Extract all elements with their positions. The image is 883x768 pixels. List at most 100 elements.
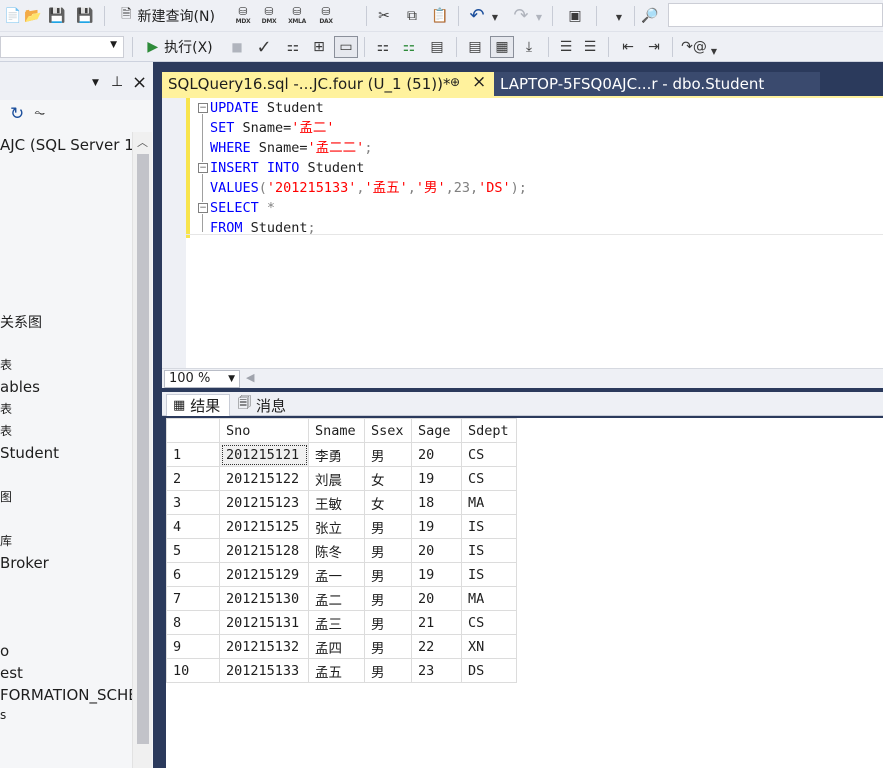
table-cell-sage[interactable]: 19 [411, 514, 462, 539]
code-line[interactable]: FROM Student; [210, 218, 316, 238]
pin-icon[interactable]: ⊥ [111, 74, 123, 90]
table-row[interactable]: 7 201215130 孟二男 20 MA [166, 586, 517, 611]
tree-item-sys[interactable]: s [0, 708, 6, 722]
table-cell-ssex[interactable]: 男 [364, 442, 412, 467]
table-cell-sage[interactable]: 20 [411, 586, 462, 611]
tree-item-synonyms[interactable]: 库 [0, 532, 12, 549]
sql-editor[interactable]: − − − UPDATE Student SET Sname='孟二' WHERE … [162, 98, 883, 368]
table-cell-ssex[interactable]: 男 [364, 538, 412, 563]
client-stats-icon[interactable]: ▤ [426, 36, 448, 58]
table-cell-sdept[interactable]: DS [461, 658, 517, 683]
tab-dbo-student[interactable]: LAPTOP-5FSQ0AJC...r - dbo.Student [494, 72, 820, 96]
row-number[interactable]: 9 [166, 634, 220, 659]
column-header-sname[interactable]: Sname [308, 418, 365, 443]
table-cell-sno[interactable]: 201215125 [219, 514, 309, 539]
tab-results[interactable]: ▦ 结果 [166, 394, 230, 416]
code-line[interactable]: VALUES('201215133','孟五','男',23,'DS'); [210, 178, 527, 198]
collapse-icon[interactable]: − [198, 203, 208, 213]
new-file-icon[interactable]: 📄 [4, 5, 22, 27]
tab-messages[interactable]: 🗐 消息 [234, 394, 298, 416]
table-cell-sname[interactable]: 孟四 [308, 634, 365, 659]
row-number[interactable]: 8 [166, 610, 220, 635]
increase-indent-icon[interactable]: ⇥ [644, 36, 664, 58]
table-row[interactable]: 4 201215125 张立男 19 IS [166, 514, 517, 539]
table-row[interactable]: 9 201215132 孟四男 22 XN [166, 634, 517, 659]
close-icon[interactable]: × [472, 72, 486, 92]
dax-query-button[interactable]: ⛁ DAX [314, 4, 338, 26]
table-cell-sage[interactable]: 23 [411, 658, 462, 683]
table-cell-sno[interactable]: 201215131 [219, 610, 309, 635]
tree-item-guest[interactable]: est [0, 664, 23, 682]
table-row[interactable]: 5 201215128 陈冬男 20 IS [166, 538, 517, 563]
estimated-plan-icon[interactable]: ⚏ [282, 36, 304, 58]
row-number[interactable]: 1 [166, 442, 220, 467]
table-cell-ssex[interactable]: 男 [364, 586, 412, 611]
code-line[interactable]: INSERT INTO Student [210, 158, 364, 178]
code-line[interactable]: WHERE Sname='孟二二'; [210, 138, 372, 158]
row-number[interactable]: 10 [166, 658, 220, 683]
row-number[interactable]: 5 [166, 538, 220, 563]
table-cell-sage[interactable]: 21 [411, 610, 462, 635]
xmla-query-button[interactable]: ⛁ XMLA [284, 4, 310, 26]
table-cell-sname[interactable]: 王敏 [308, 490, 365, 515]
scroll-left-icon[interactable]: ◀ [246, 371, 254, 384]
table-row[interactable]: 6 201215129 孟一男 19 IS [166, 562, 517, 587]
collapse-icon[interactable]: − [198, 103, 208, 113]
table-cell-sdept[interactable]: MA [461, 586, 517, 611]
table-cell-sage[interactable]: 22 [411, 634, 462, 659]
find-input[interactable] [668, 3, 883, 27]
table-cell-sno[interactable]: 201215133 [219, 658, 309, 683]
row-number[interactable]: 7 [166, 586, 220, 611]
parse-check-icon[interactable]: ✓ [254, 36, 274, 58]
table-cell-ssex[interactable]: 男 [364, 562, 412, 587]
dmx-query-button[interactable]: ⛁ DMX [258, 4, 280, 26]
paste-icon[interactable]: 📋 [430, 5, 450, 27]
table-cell-sno[interactable]: 201215121 [219, 442, 309, 467]
table-row[interactable]: 3 201215123 王敏女 18 MA [166, 490, 517, 515]
save-icon[interactable]: 💾 [48, 5, 66, 27]
specify-template-values-icon[interactable]: ↷@ [681, 36, 707, 58]
table-cell-sname[interactable]: 李勇 [308, 442, 365, 467]
live-stats-icon[interactable]: ⚏ [398, 36, 420, 58]
table-cell-sname[interactable]: 孟三 [308, 610, 365, 635]
column-header-sage[interactable]: Sage [411, 418, 462, 443]
tab-sqlquery16[interactable]: SQLQuery16.sql -...JC.four (U_1 (51))* ⊕… [162, 72, 494, 96]
column-header-sdept[interactable]: Sdept [461, 418, 517, 443]
tree-item-information-schema[interactable]: FORMATION_SCHE [0, 686, 138, 704]
code-line[interactable]: SET Sname='孟二' [210, 118, 335, 138]
activity-monitor-icon[interactable]: ▣ [564, 5, 586, 27]
tree-item-external-tables[interactable]: 表 [0, 400, 12, 417]
find-in-files-icon[interactable]: 🔎 [640, 5, 660, 27]
tree-item-student[interactable]: Student [0, 444, 59, 462]
table-cell-sage[interactable]: 19 [411, 466, 462, 491]
zoom-selector[interactable]: 100 % ▼ [164, 370, 240, 388]
refresh-icon[interactable]: ↻ [10, 104, 24, 124]
table-cell-sname[interactable]: 陈冬 [308, 538, 365, 563]
tree-item-diagrams[interactable]: 关系图 [0, 312, 42, 332]
table-cell-ssex[interactable]: 男 [364, 658, 412, 683]
tree-item-graph-tables[interactable]: 表 [0, 422, 12, 439]
execute-button[interactable]: ▶ 执行(X) [140, 36, 220, 58]
save-all-icon[interactable]: 💾 [74, 5, 96, 27]
table-cell-sno[interactable]: 201215129 [219, 562, 309, 587]
uncomment-lines-icon[interactable]: ☰ [580, 36, 600, 58]
tree-item-service-broker[interactable]: Broker [0, 554, 49, 572]
table-row[interactable]: 2 201215122 刘晨女 19 CS [166, 466, 517, 491]
results-grid[interactable]: Sno Sname Ssex Sage Sdept 1 201215121 李勇男 2… [166, 418, 883, 768]
intellisense-icon[interactable]: ▭ [334, 36, 358, 58]
tree-item-tables[interactable]: 表 [0, 356, 12, 373]
tree-item-views[interactable]: 图 [0, 488, 12, 505]
chevron-up-icon[interactable]: ︿ [137, 134, 148, 150]
chevron-down-icon[interactable]: ▼ [612, 6, 626, 28]
table-cell-sno[interactable]: 201215132 [219, 634, 309, 659]
table-cell-sage[interactable]: 19 [411, 562, 462, 587]
table-cell-sdept[interactable]: IS [461, 562, 517, 587]
table-cell-ssex[interactable]: 男 [364, 634, 412, 659]
table-cell-sage[interactable]: 18 [411, 490, 462, 515]
collapse-icon[interactable]: − [198, 163, 208, 173]
chevron-down-icon[interactable]: ▼ [708, 40, 720, 62]
row-number[interactable]: 4 [166, 514, 220, 539]
table-cell-sage[interactable]: 20 [411, 442, 462, 467]
close-icon[interactable]: × [132, 72, 147, 93]
query-options-icon[interactable]: ⊞ [308, 36, 330, 58]
